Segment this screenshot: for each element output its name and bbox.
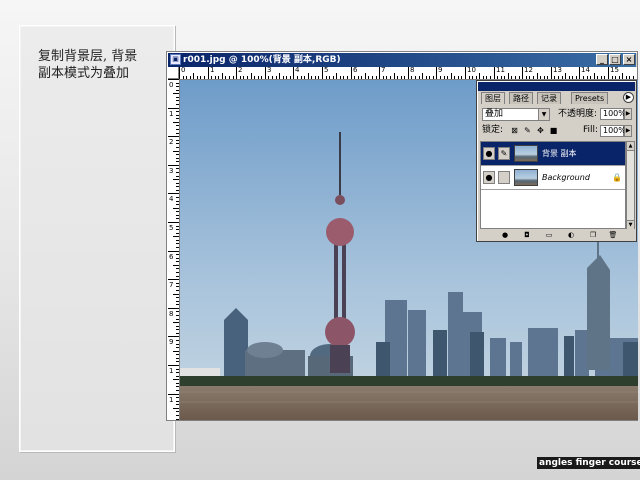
brush-icon[interactable]: ✎ <box>498 147 510 160</box>
scroll-up-icon[interactable]: ▲ <box>627 142 634 151</box>
blend-mode-select[interactable]: 叠加 ▼ <box>482 108 550 121</box>
fill-arrow-icon[interactable]: ▶ <box>624 125 632 137</box>
ruler-origin[interactable] <box>168 67 179 79</box>
ruler-tick-label: 4 <box>169 195 174 203</box>
ruler-tick-label: 2 <box>169 138 174 146</box>
horizontal-ruler[interactable]: 0 1 2 3 4 5 6 7 8 9 10 11 12 13 14 15 <box>179 66 637 80</box>
ruler-tick-label: 6 <box>169 253 174 261</box>
horizontal-ruler-ticks <box>179 67 634 79</box>
ruler-tick-label: 3 <box>267 66 272 74</box>
minimize-button[interactable]: _ <box>596 54 608 65</box>
document-title: r001.jpg @ 100%(背景 副本,RGB) <box>183 55 341 65</box>
tab-history[interactable]: 记录 <box>537 92 561 104</box>
ruler-tick-label: 0 <box>169 81 174 89</box>
ruler-tick-label: 8 <box>169 310 174 318</box>
ruler-tick-label: 1 <box>169 367 174 375</box>
ruler-tick-label: 8 <box>410 66 415 74</box>
maximize-button[interactable]: □ <box>609 54 621 65</box>
document-titlebar[interactable]: ▣ r001.jpg @ 100%(背景 副本,RGB) _ □ × <box>168 53 636 67</box>
instruction-panel: 复制背景层, 背景 副本模式为叠加 <box>19 25 175 452</box>
lock-move-icon[interactable]: ✥ <box>536 126 545 135</box>
ruler-tick-label: 5 <box>169 224 174 232</box>
layer-thumbnail <box>514 145 538 162</box>
blend-mode-value: 叠加 <box>485 109 504 119</box>
ruler-tick-label: 13 <box>553 66 562 74</box>
lock-transparency-icon[interactable]: ⊠ <box>510 126 519 135</box>
ruler-tick-label: 0 <box>181 66 186 74</box>
instruction-line-1: 复制背景层, 背景 <box>38 49 138 64</box>
layer-name: 背景 副本 <box>542 149 577 158</box>
ruler-tick-label: 15 <box>610 66 619 74</box>
lock-all-icon[interactable]: ■ <box>549 126 558 135</box>
tab-layers[interactable]: 图层 <box>481 92 505 104</box>
layer-row-background[interactable]: ● Background 🔒 <box>481 166 625 190</box>
layer-mask-icon[interactable]: ◘ <box>522 231 532 240</box>
lock-fill-row: 锁定: ⊠ ✎ ✥ ■ Fill: 100% ▶ <box>480 124 633 138</box>
layer-row-background-copy[interactable]: ● ✎ 背景 副本 <box>481 142 625 166</box>
palette-titlebar[interactable] <box>478 82 635 91</box>
ruler-tick-label: 12 <box>524 66 533 74</box>
ruler-tick-label: 7 <box>381 66 386 74</box>
credit-caption: angles finger course <box>537 457 640 469</box>
layers-list: ● ✎ 背景 副本 ● Background 🔒 <box>480 141 626 229</box>
vertical-ruler[interactable]: 0 1 2 3 4 5 6 7 8 9 1 1 <box>168 79 180 420</box>
ruler-tick-label: 1 <box>169 110 174 118</box>
document-icon: ▣ <box>170 54 181 65</box>
opacity-arrow-icon[interactable]: ▶ <box>624 108 632 120</box>
ruler-tick-label: 11 <box>496 66 505 74</box>
ruler-tick-label: 10 <box>467 66 476 74</box>
ruler-tick-label: 9 <box>438 66 443 74</box>
trash-icon[interactable]: 🗑 <box>608 231 618 240</box>
layers-palette[interactable]: 图层 路径 记录 Presets ▶ 叠加 ▼ 不透明度: 100% ▶ 锁定:… <box>476 80 637 242</box>
blend-opacity-row: 叠加 ▼ 不透明度: 100% ▶ <box>480 108 633 122</box>
scroll-down-icon[interactable]: ▼ <box>627 220 634 229</box>
ruler-tick-label: 3 <box>169 167 174 175</box>
tab-presets[interactable]: Presets <box>571 92 609 104</box>
adjustment-layer-icon[interactable]: ◐ <box>566 231 576 240</box>
ruler-tick-label: 14 <box>581 66 590 74</box>
eye-icon[interactable]: ● <box>483 171 495 184</box>
palette-tabs: 图层 路径 记录 Presets <box>479 92 634 104</box>
ruler-tick-label: 1 <box>210 66 215 74</box>
opacity-label: 不透明度: <box>558 109 598 119</box>
ruler-tick-label: 9 <box>169 338 174 346</box>
link-slot-icon[interactable] <box>498 171 510 184</box>
tab-paths[interactable]: 路径 <box>509 92 533 104</box>
ruler-tick-label: 5 <box>324 66 329 74</box>
new-set-icon[interactable]: ▭ <box>544 231 554 240</box>
ruler-tick-label: 7 <box>169 281 174 289</box>
layer-thumbnail <box>514 169 538 186</box>
lock-brush-icon[interactable]: ✎ <box>523 126 532 135</box>
ruler-tick-label: 4 <box>295 66 300 74</box>
palette-menu-arrow-icon[interactable]: ▶ <box>623 92 634 103</box>
ruler-tick-label: 6 <box>353 66 358 74</box>
instruction-line-2: 副本模式为叠加 <box>38 66 130 81</box>
opacity-field[interactable]: 100% <box>600 108 626 120</box>
layers-scrollbar[interactable]: ▲ ▼ <box>626 141 635 229</box>
lock-icon: 🔒 <box>612 173 622 182</box>
ruler-tick-label: 1 <box>169 396 174 404</box>
fill-field[interactable]: 100% <box>600 125 626 137</box>
palette-bottom-toolbar: ● ◘ ▭ ◐ ❐ 🗑 <box>480 231 633 241</box>
ruler-tick-label: 2 <box>238 66 243 74</box>
close-button[interactable]: × <box>623 54 635 65</box>
layer-style-icon[interactable]: ● <box>500 231 510 240</box>
chevron-down-icon: ▼ <box>538 109 549 120</box>
eye-icon[interactable]: ● <box>483 147 495 160</box>
layer-name: Background <box>542 173 590 182</box>
new-layer-icon[interactable]: ❐ <box>588 231 598 240</box>
fill-label: Fill: <box>583 125 599 135</box>
instruction-text: 复制背景层, 背景 副本模式为叠加 <box>38 48 166 82</box>
lock-label: 锁定: <box>482 125 504 135</box>
